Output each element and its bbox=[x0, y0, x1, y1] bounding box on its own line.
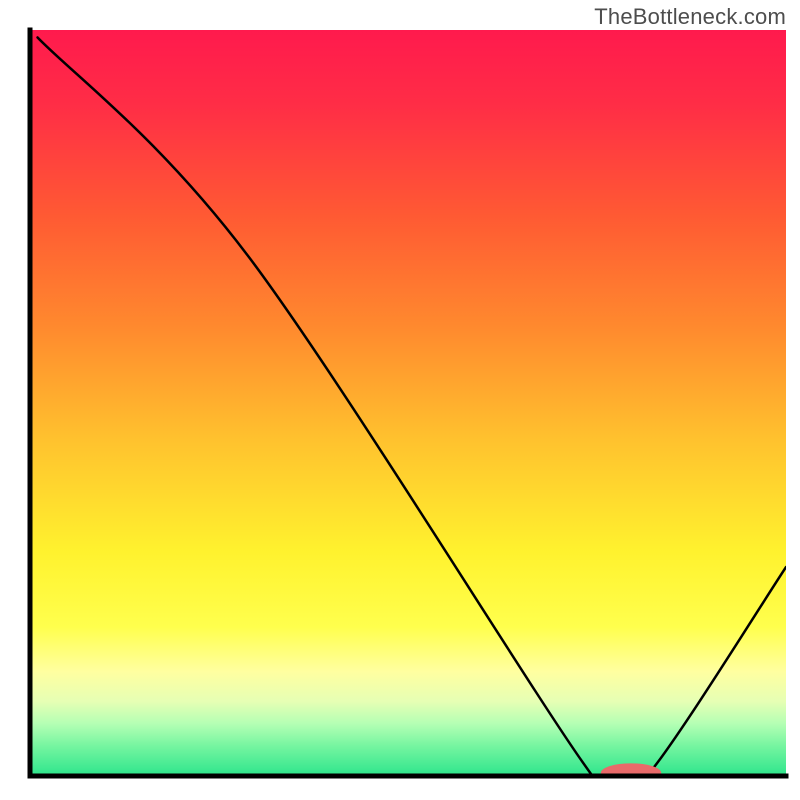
optimal-marker bbox=[601, 763, 661, 782]
chart-container: TheBottleneck.com bbox=[0, 0, 800, 800]
chart-background-gradient bbox=[30, 30, 786, 776]
chart-svg bbox=[0, 0, 800, 800]
watermark-text: TheBottleneck.com bbox=[594, 4, 786, 30]
